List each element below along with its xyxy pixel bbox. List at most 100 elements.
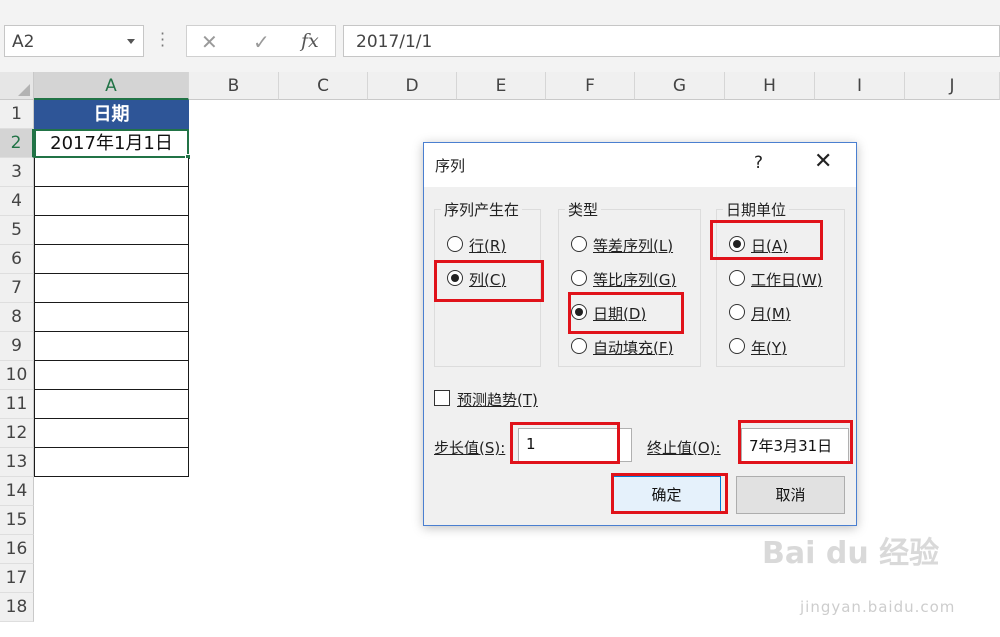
- radio-year[interactable]: 年(Y): [729, 336, 839, 358]
- row-header-1[interactable]: 1: [0, 100, 34, 129]
- type-group: 类型 等差序列(L) 等比序列(G) 日期(D) 自动填充(F): [558, 199, 701, 367]
- cell-a9[interactable]: [34, 332, 189, 361]
- radio-year-indicator[interactable]: [729, 338, 745, 354]
- cell-a10[interactable]: [34, 361, 189, 390]
- formula-input[interactable]: 2017/1/1: [343, 25, 1000, 57]
- date-unit-group-label: 日期单位: [723, 199, 790, 220]
- insert-function-icon[interactable]: fx: [301, 30, 319, 52]
- column-header-j[interactable]: J: [905, 72, 1000, 100]
- row-header-7[interactable]: 7: [0, 274, 34, 303]
- radio-rows-indicator[interactable]: [447, 236, 463, 252]
- column-header-h[interactable]: H: [725, 72, 815, 100]
- column-header-b[interactable]: B: [189, 72, 279, 100]
- watermark-url: jingyan.baidu.com: [800, 598, 956, 616]
- radio-autofill-indicator[interactable]: [571, 338, 587, 354]
- cell-a4[interactable]: [34, 187, 189, 216]
- row-header-5[interactable]: 5: [0, 216, 34, 245]
- radio-rows-label: 行(R): [469, 237, 507, 255]
- radio-linear[interactable]: 等差序列(L): [571, 234, 696, 256]
- row-header-13[interactable]: 13: [0, 448, 34, 477]
- name-box[interactable]: A2: [4, 25, 144, 57]
- column-header-e[interactable]: E: [457, 72, 546, 100]
- step-label: 步长值(S):: [434, 439, 506, 457]
- enter-icon[interactable]: ✓: [253, 30, 270, 54]
- cell-a11[interactable]: [34, 390, 189, 419]
- column-header-g[interactable]: G: [635, 72, 725, 100]
- radio-linear-label: 等差序列(L): [593, 237, 674, 255]
- row-header-16[interactable]: 16: [0, 535, 34, 564]
- stop-value-input[interactable]: 7年3月31日: [741, 428, 849, 462]
- stop-label: 终止值(O):: [647, 439, 721, 457]
- radio-autofill[interactable]: 自动填充(F): [571, 336, 696, 358]
- dialog-titlebar: 序列 ? ✕: [424, 143, 856, 187]
- row-header-12[interactable]: 12: [0, 419, 34, 448]
- cancel-icon[interactable]: ✕: [201, 30, 218, 54]
- cancel-button[interactable]: 取消: [736, 476, 845, 514]
- radio-month-indicator[interactable]: [729, 304, 745, 320]
- row-header-10[interactable]: 10: [0, 361, 34, 390]
- cell-a13[interactable]: [34, 448, 189, 477]
- formula-bar: A2 · · · ✕ ✓ fx 2017/1/1: [0, 0, 1000, 72]
- close-icon[interactable]: ✕: [814, 149, 832, 174]
- column-header-c[interactable]: C: [279, 72, 368, 100]
- radio-linear-indicator[interactable]: [571, 236, 587, 252]
- step-value-input[interactable]: 1: [518, 428, 632, 462]
- cell-a7[interactable]: [34, 274, 189, 303]
- date-unit-group: 日期单位 日(A) 工作日(W) 月(M) 年(Y): [716, 199, 845, 367]
- row-header-11[interactable]: 11: [0, 390, 34, 419]
- radio-growth-indicator[interactable]: [571, 270, 587, 286]
- radio-date[interactable]: 日期(D): [571, 302, 696, 324]
- column-header-d[interactable]: D: [368, 72, 457, 100]
- cell-a8[interactable]: [34, 303, 189, 332]
- row-header-6[interactable]: 6: [0, 245, 34, 274]
- row-header-18[interactable]: 18: [0, 593, 34, 622]
- trend-label: 预测趋势(T): [457, 391, 538, 409]
- row-header-3[interactable]: 3: [0, 158, 34, 187]
- formula-value: 2017/1/1: [356, 32, 433, 52]
- drag-handle-icon[interactable]: · · ·: [160, 26, 166, 54]
- cell-a6[interactable]: [34, 245, 189, 274]
- radio-month-label: 月(M): [751, 305, 791, 323]
- radio-growth[interactable]: 等比序列(G): [571, 268, 696, 290]
- cell-a1-header[interactable]: 日期: [34, 100, 189, 129]
- select-all-corner[interactable]: [0, 72, 34, 100]
- radio-day-indicator[interactable]: [729, 236, 745, 252]
- radio-weekday-label: 工作日(W): [751, 271, 823, 289]
- row-header-17[interactable]: 17: [0, 564, 34, 593]
- radio-columns-label: 列(C): [469, 271, 507, 289]
- radio-date-label: 日期(D): [593, 305, 647, 323]
- radio-rows[interactable]: 行(R): [447, 234, 537, 256]
- cell-a12[interactable]: [34, 419, 189, 448]
- chevron-down-icon[interactable]: [127, 39, 135, 44]
- row-header-2[interactable]: 2: [0, 129, 34, 158]
- radio-day-label: 日(A): [751, 237, 788, 255]
- radio-date-indicator[interactable]: [571, 304, 587, 320]
- radio-autofill-label: 自动填充(F): [593, 339, 674, 357]
- series-dialog: 序列 ? ✕ 序列产生在 行(R) 列(C) 类型 等差序列(L) 等比序列(G…: [423, 142, 857, 526]
- row-header-4[interactable]: 4: [0, 187, 34, 216]
- watermark-logo: Bai du 经验: [762, 536, 940, 571]
- row-header-15[interactable]: 15: [0, 506, 34, 535]
- row-header-14[interactable]: 14: [0, 477, 34, 506]
- radio-columns[interactable]: 列(C): [447, 268, 537, 290]
- column-header-f[interactable]: F: [546, 72, 635, 100]
- type-group-label: 类型: [565, 199, 602, 220]
- column-header-a[interactable]: A: [34, 72, 189, 100]
- radio-weekday-indicator[interactable]: [729, 270, 745, 286]
- trend-checkbox[interactable]: [434, 390, 450, 406]
- cell-a2-active[interactable]: 2017年1月1日: [34, 129, 189, 158]
- radio-weekday[interactable]: 工作日(W): [729, 268, 839, 290]
- column-header-i[interactable]: I: [815, 72, 905, 100]
- series-in-group-label: 序列产生在: [441, 199, 523, 220]
- series-in-group: 序列产生在 行(R) 列(C): [434, 199, 541, 367]
- ok-button[interactable]: 确定: [612, 476, 721, 514]
- row-header-9[interactable]: 9: [0, 332, 34, 361]
- cell-a3[interactable]: [34, 158, 189, 187]
- radio-growth-label: 等比序列(G): [593, 271, 677, 289]
- row-header-8[interactable]: 8: [0, 303, 34, 332]
- radio-day[interactable]: 日(A): [729, 234, 839, 256]
- radio-columns-indicator[interactable]: [447, 270, 463, 286]
- help-icon[interactable]: ?: [754, 153, 763, 173]
- radio-month[interactable]: 月(M): [729, 302, 839, 324]
- cell-a5[interactable]: [34, 216, 189, 245]
